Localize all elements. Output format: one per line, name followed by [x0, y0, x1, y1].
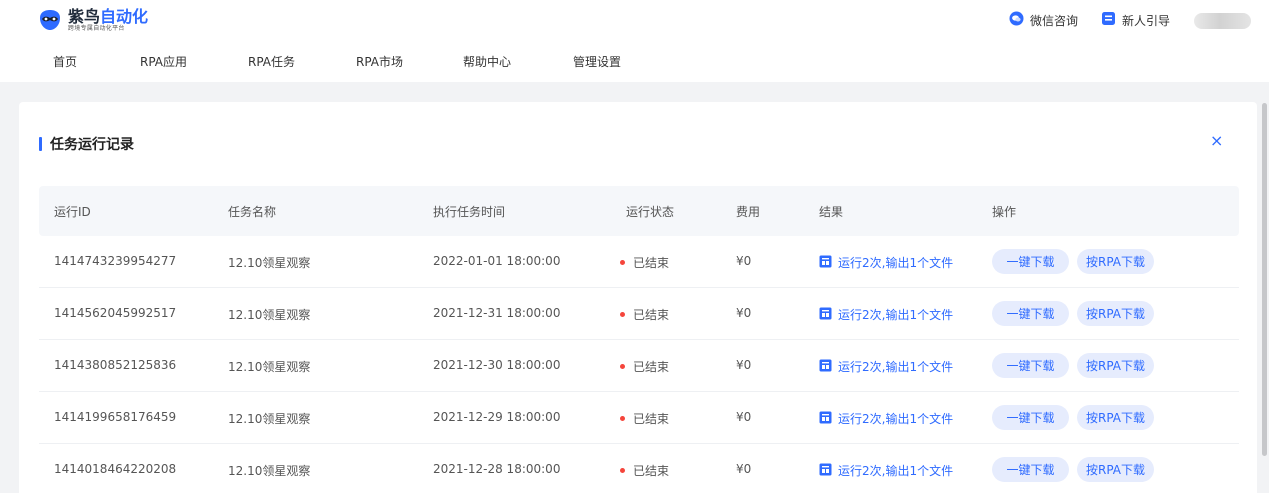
nav-item-help-center[interactable]: 帮助中心	[463, 53, 511, 70]
status-dot	[620, 364, 625, 369]
panel-title-text: 任务运行记录	[50, 137, 134, 153]
download-by-rpa-button[interactable]: 按RPA下载	[1077, 353, 1154, 378]
vertical-scrollbar[interactable]	[1262, 103, 1267, 456]
panel-title: 任务运行记录	[39, 134, 134, 154]
result-text: 运行2次,输出1个文件	[838, 464, 954, 478]
nav-item-rpa-apps[interactable]: RPA应用	[140, 53, 187, 70]
task-run-records-panel: 任务运行记录 × 运行ID 任务名称 执行任务时间 运行状态 费用 结果 操作 …	[19, 102, 1257, 493]
brand-title-a: 紫鸟	[68, 6, 101, 26]
bird-mask-logo-icon	[38, 9, 62, 31]
cell-status: 已结束	[620, 306, 669, 323]
cell-exec-time: 2022-01-01 18:00:00	[433, 254, 561, 268]
download-all-button[interactable]: 一键下载	[992, 405, 1069, 430]
top-header: 紫鸟自动化 跨境专属自动化平台 首页 RPA应用 RPA任务 RPA市场 帮助中…	[0, 0, 1269, 82]
cell-run-id: 1414562045992517	[54, 306, 177, 320]
brand-subtitle: 跨境专属自动化平台	[68, 24, 125, 32]
user-avatar[interactable]	[1194, 13, 1251, 29]
cell-fee: ¥0	[736, 306, 752, 320]
wechat-consult-label: 微信咨询	[1030, 13, 1079, 28]
cell-fee: ¥0	[736, 358, 752, 372]
report-icon	[819, 255, 832, 271]
status-dot	[620, 312, 625, 317]
nav-item-rpa-market[interactable]: RPA市场	[356, 53, 403, 70]
cell-exec-time: 2021-12-30 18:00:00	[433, 358, 561, 372]
status-text: 已结束	[633, 360, 670, 374]
cell-exec-time: 2021-12-31 18:00:00	[433, 306, 561, 320]
table-row: 1414562045992517 12.10领星观察 2021-12-31 18…	[39, 288, 1239, 340]
result-link[interactable]: 运行2次,输出1个文件	[819, 358, 953, 375]
download-by-rpa-button[interactable]: 按RPA下载	[1077, 249, 1154, 274]
status-dot	[620, 260, 625, 265]
cell-task-name: 12.10领星观察	[228, 464, 311, 478]
download-by-rpa-button[interactable]: 按RPA下载	[1077, 301, 1154, 326]
column-header-fee: 费用	[736, 205, 761, 219]
cell-task-name: 12.10领星观察	[228, 308, 311, 322]
result-text: 运行2次,输出1个文件	[838, 308, 954, 322]
nav-item-admin-settings[interactable]: 管理设置	[573, 53, 621, 70]
cell-run-id: 1414199658176459	[54, 410, 177, 424]
report-icon	[819, 307, 832, 323]
cell-status: 已结束	[620, 462, 669, 479]
result-link[interactable]: 运行2次,输出1个文件	[819, 462, 953, 479]
cell-status: 已结束	[620, 358, 669, 375]
status-text: 已结束	[633, 464, 670, 478]
guide-book-icon	[1101, 11, 1116, 29]
column-header-result: 结果	[819, 205, 844, 219]
cell-task-name: 12.10领星观察	[228, 412, 311, 426]
cell-run-id: 1414743239954277	[54, 254, 177, 268]
download-all-button[interactable]: 一键下载	[992, 353, 1069, 378]
status-text: 已结束	[633, 256, 670, 270]
newbie-guide-label: 新人引导	[1122, 13, 1171, 28]
download-all-button[interactable]: 一键下载	[992, 301, 1069, 326]
cell-fee: ¥0	[736, 410, 752, 424]
result-text: 运行2次,输出1个文件	[838, 360, 954, 374]
cell-run-id: 1414018464220208	[54, 462, 177, 476]
status-dot	[620, 468, 625, 473]
status-dot	[620, 416, 625, 421]
brand-logo[interactable]: 紫鸟自动化 跨境专属自动化平台	[38, 5, 148, 35]
report-icon	[819, 411, 832, 427]
table-row: 1414199658176459 12.10领星观察 2021-12-29 18…	[39, 392, 1239, 444]
cell-status: 已结束	[620, 410, 669, 427]
title-accent-bar	[39, 137, 42, 151]
column-header-run-id: 运行ID	[54, 205, 91, 219]
cell-task-name: 12.10领星观察	[228, 256, 311, 270]
wechat-consult-button[interactable]: 微信咨询	[1009, 11, 1078, 29]
status-text: 已结束	[633, 308, 670, 322]
table-row: 1414743239954277 12.10领星观察 2022-01-01 18…	[39, 236, 1239, 288]
report-icon	[819, 463, 832, 479]
column-header-status: 运行状态	[626, 205, 675, 219]
cell-exec-time: 2021-12-29 18:00:00	[433, 410, 561, 424]
cell-exec-time: 2021-12-28 18:00:00	[433, 462, 561, 476]
download-all-button[interactable]: 一键下载	[992, 457, 1069, 482]
table-row: 1414018464220208 12.10领星观察 2021-12-28 18…	[39, 444, 1239, 493]
table-header: 运行ID 任务名称 执行任务时间 运行状态 费用 结果 操作	[39, 186, 1239, 236]
column-header-actions: 操作	[992, 205, 1017, 219]
run-records-table: 运行ID 任务名称 执行任务时间 运行状态 费用 结果 操作 141474323…	[39, 186, 1239, 493]
nav-item-rpa-tasks[interactable]: RPA任务	[248, 53, 295, 70]
report-icon	[819, 359, 832, 375]
brand-title-b: 自动化	[100, 6, 149, 26]
result-text: 运行2次,输出1个文件	[838, 256, 954, 270]
close-icon[interactable]: ×	[1210, 132, 1223, 150]
cell-status: 已结束	[620, 254, 669, 271]
newbie-guide-button[interactable]: 新人引导	[1101, 11, 1170, 29]
result-link[interactable]: 运行2次,输出1个文件	[819, 410, 953, 427]
download-by-rpa-button[interactable]: 按RPA下载	[1077, 405, 1154, 430]
download-all-button[interactable]: 一键下载	[992, 249, 1069, 274]
chat-bubble-icon	[1009, 11, 1024, 29]
result-link[interactable]: 运行2次,输出1个文件	[819, 306, 953, 323]
nav-item-home[interactable]: 首页	[53, 53, 77, 70]
cell-task-name: 12.10领星观察	[228, 360, 311, 374]
result-text: 运行2次,输出1个文件	[838, 412, 954, 426]
cell-fee: ¥0	[736, 254, 752, 268]
cell-run-id: 1414380852125836	[54, 358, 177, 372]
column-header-task-name: 任务名称	[228, 205, 277, 219]
download-by-rpa-button[interactable]: 按RPA下载	[1077, 457, 1154, 482]
status-text: 已结束	[633, 412, 670, 426]
column-header-exec-time: 执行任务时间	[433, 205, 506, 219]
table-row: 1414380852125836 12.10领星观察 2021-12-30 18…	[39, 340, 1239, 392]
cell-fee: ¥0	[736, 462, 752, 476]
result-link[interactable]: 运行2次,输出1个文件	[819, 254, 953, 271]
